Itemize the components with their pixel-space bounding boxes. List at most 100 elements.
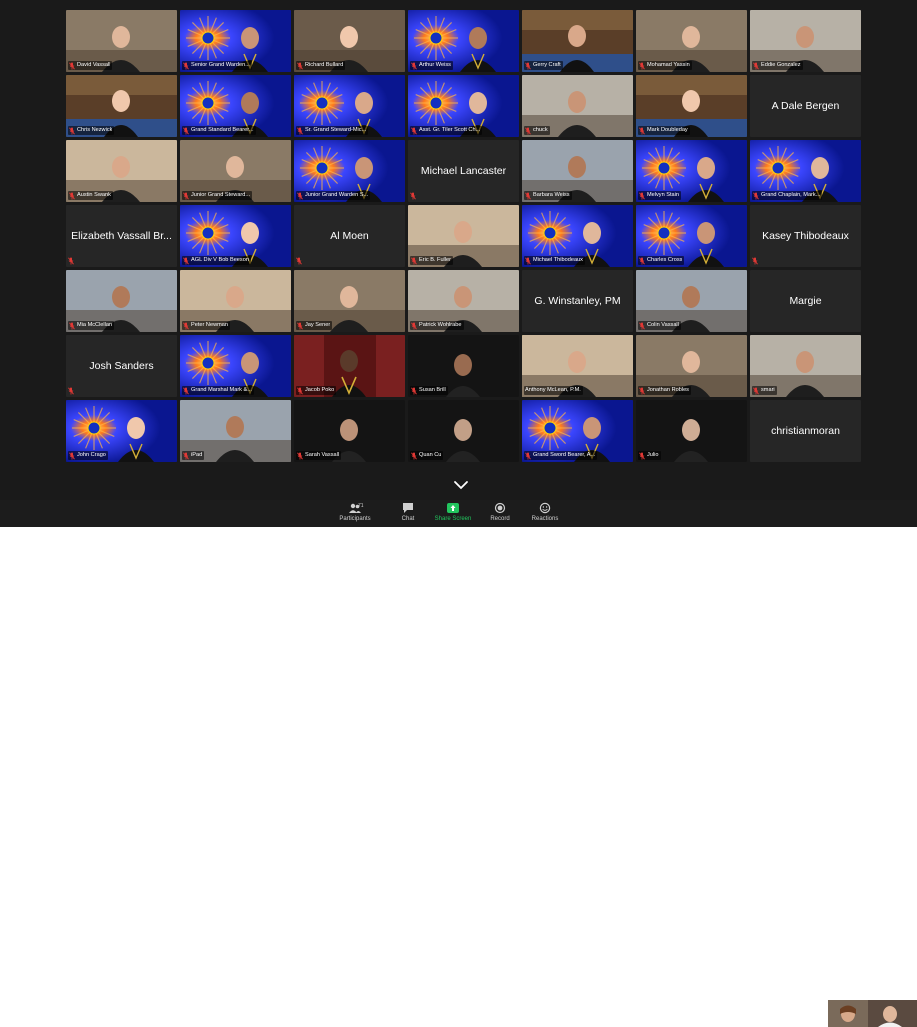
muted-mic-icon: [411, 322, 417, 329]
participant-name: Patrick Wohlrabe: [419, 322, 462, 328]
participant-tile[interactable]: Margie: [750, 270, 861, 332]
participant-tile[interactable]: smari: [750, 335, 861, 397]
chat-icon: [403, 503, 413, 513]
participant-name: Gerry Craft: [533, 62, 561, 68]
participant-tile[interactable]: Austin Swank: [66, 140, 177, 202]
muted-mic-icon: [525, 192, 531, 199]
share-screen-icon: [447, 503, 459, 513]
chat-button[interactable]: Chat: [384, 502, 432, 526]
participant-name: Julio: [647, 452, 659, 458]
participant-tile[interactable]: Sr. Grand Steward-Mic...: [294, 75, 405, 137]
participant-tile[interactable]: Jonathan Robles: [636, 335, 747, 397]
participant-display-name: Elizabeth Vassall Br...: [71, 230, 172, 242]
participant-tile[interactable]: David Vassall: [66, 10, 177, 72]
participant-name-label: Chris Nezwick: [68, 126, 115, 135]
muted-mic-icon: [411, 257, 417, 264]
reactions-label: Reactions: [531, 516, 559, 522]
participant-tile[interactable]: Junior Grand Warden S...: [294, 140, 405, 202]
participant-name-label: Michael Thibodeaux: [524, 256, 585, 265]
participant-tile[interactable]: Julio: [636, 400, 747, 462]
participant-tile[interactable]: Quan Cu: [408, 400, 519, 462]
participant-name: Grand Sword Bearer, A...: [533, 452, 596, 458]
participant-tile[interactable]: Eddie Gonzalez: [750, 10, 861, 72]
participant-tile[interactable]: Richard Bullard: [294, 10, 405, 72]
muted-mic-icon: [411, 62, 417, 69]
participant-name-label: Mohamad Yassin: [638, 61, 692, 70]
participant-tile[interactable]: Grand Chaplain, Mark...: [750, 140, 861, 202]
participant-tile[interactable]: Grand Sword Bearer, A...: [522, 400, 633, 462]
self-view-image: [828, 1000, 917, 1027]
participants-count: 71: [358, 503, 364, 509]
participant-tile[interactable]: AGL Div V Bob Beeson: [180, 205, 291, 267]
muted-mic-icon: [525, 452, 531, 459]
muted-mic-icon: [69, 192, 75, 199]
chevron-down-icon[interactable]: [453, 480, 469, 490]
participant-name-label: Eddie Gonzalez: [752, 61, 803, 70]
participant-tile[interactable]: Melvyn Stain: [636, 140, 747, 202]
participant-tile[interactable]: Senior Grand Warden...: [180, 10, 291, 72]
participant-name-label: Grand Marshal Mark &...: [182, 386, 254, 395]
participant-tile[interactable]: A Dale Bergen: [750, 75, 861, 137]
muted-mic-icon: [639, 257, 645, 264]
participant-tile[interactable]: G. Winstanley, PM: [522, 270, 633, 332]
participant-name: David Vassall: [77, 62, 111, 68]
participant-tile[interactable]: Charles Cross: [636, 205, 747, 267]
participant-tile[interactable]: Susan Brill: [408, 335, 519, 397]
participant-tile[interactable]: Elizabeth Vassall Br...: [66, 205, 177, 267]
participant-tile[interactable]: Mark Doubleday: [636, 75, 747, 137]
participant-name-label: Barbara Weiss: [524, 191, 572, 200]
participant-tile[interactable]: Jacob Poko: [294, 335, 405, 397]
participant-name: Chris Nezwick: [77, 127, 113, 133]
muted-mic-icon: [297, 452, 303, 459]
participant-tile[interactable]: Mohamad Yassin: [636, 10, 747, 72]
participant-tile[interactable]: Eric B. Fuller: [408, 205, 519, 267]
reactions-button[interactable]: Reactions: [521, 502, 569, 526]
participant-tile[interactable]: Grand Marshal Mark &...: [180, 335, 291, 397]
participant-tile[interactable]: iPad: [180, 400, 291, 462]
muted-mic-icon: [68, 387, 74, 395]
participant-tile[interactable]: Junior Grand Steward...: [180, 140, 291, 202]
participant-name-label: Julio: [638, 451, 661, 460]
participant-tile[interactable]: Mia McClellan: [66, 270, 177, 332]
participant-name: Susan Brill: [419, 387, 446, 393]
participants-label: Participants: [339, 516, 371, 522]
record-label: Record: [490, 516, 510, 522]
participant-tile[interactable]: christianmoran: [750, 400, 861, 462]
participant-tile[interactable]: Asst. Gr. Tiler Scott Ch...: [408, 75, 519, 137]
participant-tile[interactable]: Peter Newman: [180, 270, 291, 332]
participant-tile[interactable]: Barbara Weiss: [522, 140, 633, 202]
reactions-icon: [539, 502, 551, 514]
chat-label: Chat: [401, 516, 415, 522]
muted-mic-icon: [639, 322, 645, 329]
participant-tile[interactable]: John Crago: [66, 400, 177, 462]
participant-tile[interactable]: Colin Vassall: [636, 270, 747, 332]
participant-tile[interactable]: Grand Standard Bearer...: [180, 75, 291, 137]
participant-display-name: G. Winstanley, PM: [534, 295, 621, 307]
self-view-thumbnail[interactable]: [828, 1000, 917, 1027]
participant-tile[interactable]: Josh Sanders: [66, 335, 177, 397]
muted-mic-icon: [183, 127, 189, 134]
participant-tile[interactable]: Jay Sener: [294, 270, 405, 332]
participant-tile[interactable]: Arthur Weiss: [408, 10, 519, 72]
participant-tile[interactable]: Michael Lancaster: [408, 140, 519, 202]
participant-tile[interactable]: Al Moen: [294, 205, 405, 267]
gallery-view: David Vassall Senior Grand Warden... Richa…: [0, 0, 917, 500]
participant-tile[interactable]: Chris Nezwick: [66, 75, 177, 137]
participant-name: Barbara Weiss: [533, 192, 570, 198]
muted-mic-icon: [183, 387, 189, 394]
participant-tile[interactable]: Michael Thibodeaux: [522, 205, 633, 267]
participant-tile[interactable]: Patrick Wohlrabe: [408, 270, 519, 332]
participant-name-label: John Crago: [68, 451, 108, 460]
participant-tile[interactable]: Gerry Craft: [522, 10, 633, 72]
participant-name-label: AGL Div V Bob Beeson: [182, 256, 251, 265]
participant-tile[interactable]: chuck: [522, 75, 633, 137]
participant-tile[interactable]: Anthony McLean, P.M.: [522, 335, 633, 397]
participant-name: Eric B. Fuller: [419, 257, 452, 263]
participants-button[interactable]: 71 Participants: [331, 502, 379, 526]
record-button[interactable]: Record: [476, 502, 524, 526]
participant-name: John Crago: [77, 452, 106, 458]
participant-tile[interactable]: Kasey Thibodeaux: [750, 205, 861, 267]
muted-mic-icon: [411, 127, 417, 134]
participant-tile[interactable]: Sarah Vassall: [294, 400, 405, 462]
share-screen-button[interactable]: Share Screen: [429, 502, 477, 526]
